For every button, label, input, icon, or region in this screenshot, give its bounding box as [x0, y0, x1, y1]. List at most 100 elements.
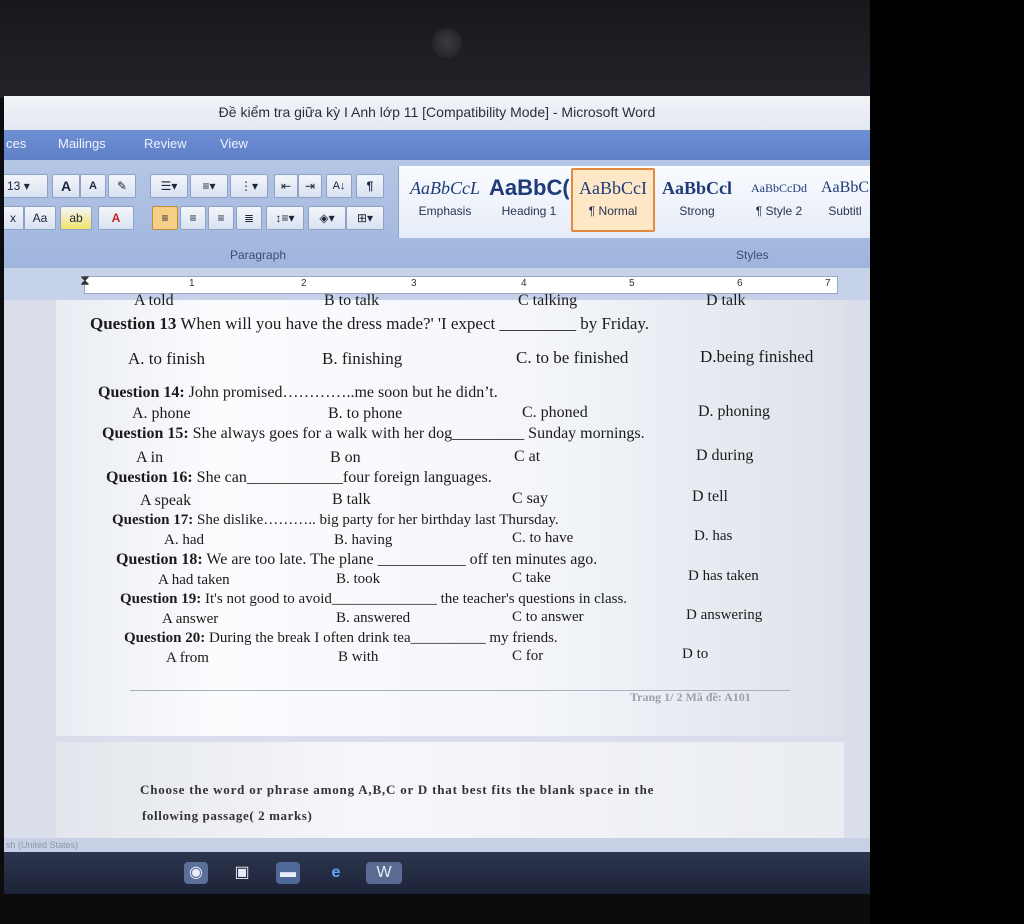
- style-sample: AaBbCcI: [579, 178, 647, 198]
- question-18: Question 18: We are too late. The plane …: [116, 551, 597, 569]
- option: D answering: [686, 607, 763, 623]
- align-left-icon[interactable]: ≡: [152, 206, 178, 230]
- option: A speak: [140, 492, 192, 509]
- style-sample: AaBbC(: [489, 175, 569, 200]
- style-name: Emphasis: [418, 204, 472, 218]
- question-13: Question 13 When will you have the dress…: [90, 314, 649, 334]
- question-text: When will you have the dress made?' 'I e…: [180, 314, 650, 333]
- webcam-icon: [432, 28, 462, 58]
- option: A in: [136, 449, 164, 466]
- ruler-number: 7: [825, 278, 831, 289]
- style-subtitle[interactable]: AaBbC Subtitl: [819, 170, 870, 230]
- option: D during: [696, 447, 754, 464]
- tab-references[interactable]: ces: [6, 136, 26, 151]
- clear-format-icon[interactable]: ✎: [108, 174, 136, 198]
- grow-font-button[interactable]: A: [52, 174, 80, 198]
- option: A. to finish: [128, 349, 205, 368]
- line-spacing-icon[interactable]: ↕≡▾: [266, 206, 304, 230]
- show-marks-button[interactable]: ¶: [356, 174, 384, 198]
- justify-icon[interactable]: ≣: [236, 206, 262, 230]
- option: B to talk: [324, 292, 380, 309]
- document-page[interactable]: A told B to talk C talking D talk Questi…: [56, 292, 846, 736]
- question-label: Question 16:: [106, 469, 193, 486]
- style-style-2[interactable]: AaBbCcDd ¶ Style 2: [739, 170, 819, 230]
- indent-marker-icon[interactable]: ⧗: [80, 272, 90, 289]
- status-bar: sh (United States): [4, 838, 870, 852]
- align-right-icon[interactable]: ≡: [208, 206, 234, 230]
- question-text: She always goes for a walk with her dog_…: [192, 425, 645, 442]
- option: C for: [512, 648, 544, 664]
- style-name: Strong: [679, 204, 715, 218]
- change-case-button[interactable]: Aa: [24, 206, 56, 230]
- font-color-button[interactable]: A: [98, 206, 134, 230]
- bullets-icon[interactable]: ☰▾: [150, 174, 188, 198]
- ruler-number: 5: [629, 278, 635, 289]
- ruler-number: 4: [521, 278, 527, 289]
- question-16: Question 16: She can____________four for…: [106, 469, 492, 487]
- question-label: Question 19:: [120, 591, 202, 607]
- monitor-bezel: [0, 0, 870, 98]
- option: D. has: [694, 528, 733, 544]
- shrink-font-button[interactable]: A: [80, 174, 106, 198]
- option: D to: [682, 646, 709, 662]
- option: A from: [166, 650, 209, 666]
- ruler-number: 3: [411, 278, 417, 289]
- option: C to answer: [512, 609, 584, 625]
- numbering-icon[interactable]: ≡▾: [190, 174, 228, 198]
- option: B. having: [334, 532, 393, 548]
- option: D has taken: [688, 568, 759, 584]
- language-status[interactable]: sh (United States): [4, 840, 78, 850]
- question-text: During the break I often drink tea______…: [209, 630, 558, 646]
- multilevel-list-icon[interactable]: ⋮▾: [230, 174, 268, 198]
- shading-icon[interactable]: ◈▾: [308, 206, 346, 230]
- question-17: Question 17: She dislike……….. big party …: [112, 512, 559, 529]
- option: C talking: [518, 292, 578, 309]
- passage-instruction: Choose the word or phrase among A,B,C or…: [140, 782, 655, 797]
- photo-background: [870, 0, 1024, 924]
- option: A. had: [164, 532, 204, 548]
- folder-icon[interactable]: ▬: [276, 862, 300, 884]
- sort-button[interactable]: A↓: [326, 174, 352, 198]
- tab-mailings[interactable]: Mailings: [58, 136, 106, 151]
- question-14: Question 14: John promised…………..me soon …: [98, 384, 498, 402]
- style-emphasis[interactable]: AaBbCcL Emphasis: [405, 170, 485, 230]
- style-normal[interactable]: AaBbCcI ¶ Normal: [571, 168, 655, 232]
- question-15: Question 15: She always goes for a walk …: [102, 425, 645, 443]
- style-name: Heading 1: [501, 204, 557, 218]
- align-center-icon[interactable]: ≡: [180, 206, 206, 230]
- increase-indent-icon[interactable]: ⇥: [298, 174, 322, 198]
- subscript-button[interactable]: x: [4, 206, 24, 230]
- search-icon[interactable]: ◉: [184, 862, 208, 884]
- question-label: Question 15:: [102, 425, 189, 442]
- option: D. phoning: [698, 403, 770, 420]
- word-app-icon[interactable]: W: [366, 862, 402, 884]
- highlight-button[interactable]: ab: [60, 206, 92, 230]
- style-heading-1[interactable]: AaBbC( Heading 1: [489, 170, 569, 230]
- option: D talk: [706, 292, 746, 309]
- question-text: We are too late. The plane ___________ o…: [206, 551, 598, 568]
- option: B with: [338, 649, 379, 665]
- option: B. finishing: [322, 349, 403, 368]
- taskbar: ◉ ▣ ▬ e W: [4, 852, 870, 894]
- store-icon[interactable]: ▣: [230, 862, 254, 884]
- question-text: She dislike……….. big party for her birth…: [197, 512, 559, 528]
- word-window: Đề kiểm tra giữa kỳ I Anh lớp 11 [Compat…: [4, 96, 870, 894]
- ribbon-tabs: ces Mailings Review View: [4, 130, 870, 160]
- option: C. to be finished: [516, 348, 629, 367]
- passage-instruction-cont: following passage( 2 marks): [142, 808, 313, 823]
- style-strong[interactable]: AaBbCcl Strong: [657, 170, 737, 230]
- option: A had taken: [158, 572, 230, 588]
- paragraph-group-label: Paragraph: [230, 248, 287, 262]
- question-text: John promised…………..me soon but he didn’t…: [188, 384, 498, 401]
- styles-group-label: Styles: [736, 248, 769, 262]
- tab-view[interactable]: View: [220, 136, 248, 151]
- borders-icon[interactable]: ⊞▾: [346, 206, 384, 230]
- style-sample: AaBbCcDd: [751, 181, 807, 195]
- edge-browser-icon[interactable]: e: [324, 862, 348, 884]
- document-page-2[interactable]: Choose the word or phrase among A,B,C or…: [56, 742, 844, 838]
- option: A. phone: [132, 405, 191, 422]
- decrease-indent-icon[interactable]: ⇤: [274, 174, 298, 198]
- tab-review[interactable]: Review: [144, 136, 187, 151]
- question-label: Question 13: [90, 314, 177, 333]
- font-size-select[interactable]: 13 ▾: [4, 174, 48, 198]
